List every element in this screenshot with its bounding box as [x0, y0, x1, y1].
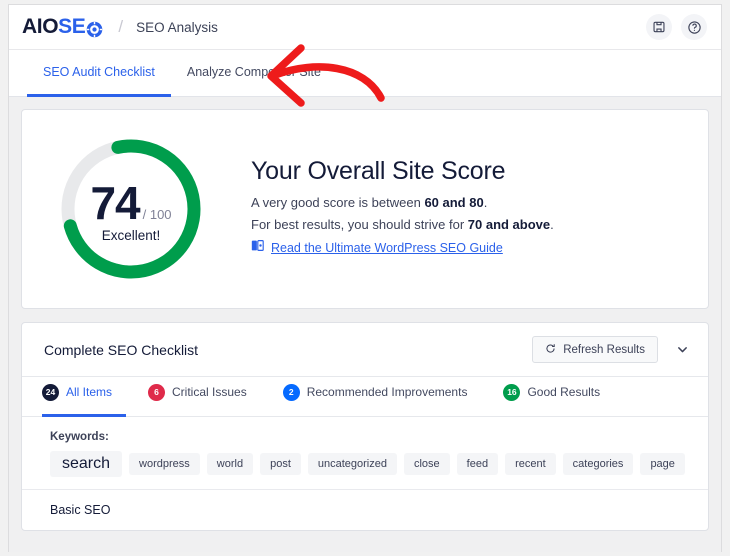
refresh-results-label: Refresh Results	[563, 343, 645, 356]
score-out-of: / 100	[142, 206, 172, 222]
score-line-1: A very good score is between 60 and 80.	[251, 195, 554, 210]
score-line-2-post: .	[550, 217, 554, 232]
filter-critical-issues[interactable]: 6 Critical Issues	[148, 378, 261, 417]
tab-analyze-competitor-site[interactable]: Analyze Competitor Site	[171, 50, 337, 97]
filter-label: Recommended Improvements	[306, 385, 468, 399]
keyword-chip[interactable]: recent	[505, 453, 556, 475]
refresh-results-button[interactable]: Refresh Results	[532, 336, 658, 363]
filter-recommended-improvements[interactable]: 2 Recommended Improvements	[282, 378, 482, 417]
app-root: AIO SE / SEO Analysis SEO Audit Checklis…	[0, 0, 730, 556]
keyword-chip[interactable]: page	[640, 453, 685, 475]
score-line-1-pre: A very good score is between	[251, 195, 425, 210]
breadcrumb-separator: /	[118, 17, 124, 36]
gear-globe-icon	[86, 20, 103, 37]
guide-link-row: Read the Ultimate WordPress SEO Guide	[251, 239, 554, 257]
score-line-2: For best results, you should strive for …	[251, 217, 554, 232]
score-rating: Excellent!	[101, 227, 161, 243]
keyword-chip[interactable]: categories	[562, 453, 634, 475]
keyword-chip[interactable]: close	[403, 453, 450, 475]
score-value: 74	[90, 176, 140, 229]
keywords-label: Keywords:	[50, 431, 109, 443]
book-icon	[251, 239, 264, 257]
checklist-title: Complete SEO Checklist	[44, 341, 199, 358]
filter-label: Critical Issues	[172, 385, 247, 399]
keyword-chip[interactable]: uncategorized	[307, 453, 397, 475]
filter-count-badge: 24	[42, 383, 59, 401]
breadcrumb: SEO Analysis	[136, 19, 218, 35]
logo-text-aio: AIO	[22, 15, 59, 38]
content-area: 74 / 100 Excellent! Your Overall Site Sc…	[9, 97, 721, 552]
filter-label: Good Results	[527, 385, 601, 399]
filter-good-results[interactable]: 16 Good Results	[503, 378, 614, 417]
notes-icon[interactable]	[646, 14, 672, 40]
chevron-down-icon[interactable]	[672, 340, 692, 360]
app-header: AIO SE / SEO Analysis	[9, 5, 721, 50]
checklist-filters: 24 All Items 6 Critical Issues 2 Recomme…	[22, 377, 708, 417]
keyword-chip[interactable]: world	[206, 453, 254, 475]
filter-label: All Items	[66, 385, 113, 399]
complete-seo-checklist-card: Complete SEO Checklist Refresh Results 2…	[21, 322, 709, 531]
filter-all-items[interactable]: 24 All Items	[42, 378, 127, 417]
aioseo-logo[interactable]: AIO SE	[22, 15, 103, 39]
keywords-block: Keywords: search wordpress world post un…	[22, 417, 708, 490]
refresh-icon	[545, 343, 556, 357]
site-score-card: 74 / 100 Excellent! Your Overall Site Sc…	[21, 109, 709, 309]
score-line-1-post: .	[483, 195, 488, 210]
keyword-chip[interactable]: search	[50, 451, 123, 477]
filter-count-badge: 2	[282, 383, 300, 401]
help-circle-icon[interactable]	[681, 14, 707, 40]
keyword-chip[interactable]: post	[260, 453, 301, 475]
tab-label: SEO Audit Checklist	[43, 65, 155, 79]
section-label: Basic SEO	[50, 503, 111, 517]
tab-label: Analyze Competitor Site	[186, 65, 321, 79]
score-line-2-pre: For best results, you should strive for	[251, 217, 468, 232]
tab-seo-audit-checklist[interactable]: SEO Audit Checklist	[27, 50, 171, 97]
tab-bar: SEO Audit Checklist Analyze Competitor S…	[9, 50, 721, 97]
checklist-header: Complete SEO Checklist Refresh Results	[22, 323, 708, 377]
score-description: Your Overall Site Score A very good scor…	[251, 157, 554, 261]
plugin-window: AIO SE / SEO Analysis SEO Audit Checklis…	[8, 4, 722, 552]
ultimate-seo-guide-link[interactable]: Read the Ultimate WordPress SEO Guide	[271, 241, 503, 255]
keyword-chip[interactable]: wordpress	[129, 453, 200, 475]
score-line-2-bold: 70 and above	[467, 217, 551, 232]
checklist-section-basic-seo[interactable]: Basic SEO	[22, 490, 708, 530]
keyword-chip[interactable]: feed	[456, 453, 499, 475]
score-value-row: 74 / 100	[90, 180, 171, 226]
filter-count-badge: 6	[148, 383, 166, 401]
keyword-chip-list: search wordpress world post uncategorize…	[50, 451, 688, 477]
score-title: Your Overall Site Score	[251, 157, 506, 185]
score-gauge-center: 74 / 100 Excellent!	[56, 134, 206, 284]
filter-count-badge: 16	[503, 383, 521, 401]
score-gauge: 74 / 100 Excellent!	[56, 134, 206, 284]
logo-text-se: SE	[58, 15, 86, 38]
score-line-1-bold: 60 and 80	[424, 195, 484, 210]
